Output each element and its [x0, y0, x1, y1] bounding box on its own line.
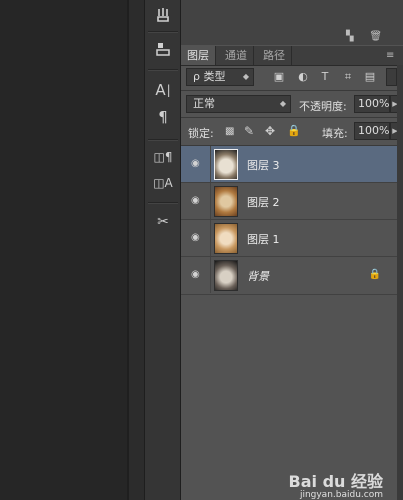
divider	[210, 183, 211, 219]
divider	[210, 257, 211, 293]
blend-mode-select[interactable]: 正常 ◆	[186, 95, 291, 113]
lock-icon: 🔒	[368, 269, 381, 280]
filter-toggle[interactable]	[386, 68, 397, 86]
layer-row[interactable]: ◉ 图层 3	[181, 146, 403, 183]
lock-image-icon[interactable]: ✎	[244, 124, 254, 138]
divider	[210, 220, 211, 256]
brush-presets-icon[interactable]	[149, 4, 177, 26]
separator	[148, 69, 178, 71]
tool-presets-icon[interactable]: ✂	[149, 211, 177, 233]
lock-position-icon[interactable]: ✥	[265, 124, 275, 138]
new-layer-icon[interactable]: ▝▖	[342, 31, 357, 45]
filter-shape-icon[interactable]: ⌗	[342, 71, 354, 83]
chevron-down-icon: ◆	[279, 99, 286, 108]
panel-scrollbar[interactable]	[397, 65, 403, 500]
filter-adjustment-icon[interactable]: ◐	[297, 71, 309, 83]
separator	[148, 202, 178, 204]
separator	[148, 139, 178, 141]
visibility-eye-icon[interactable]: ◉	[191, 233, 203, 243]
separator	[148, 31, 178, 33]
filter-type-label: ρ 类型	[193, 70, 226, 83]
tab-paths[interactable]: 路径	[257, 46, 292, 65]
divider	[181, 90, 403, 91]
layer-thumbnail	[214, 260, 238, 291]
clone-source-icon[interactable]	[149, 38, 177, 60]
filter-smart-object-icon[interactable]: ▤	[364, 71, 376, 83]
panel-tabbar: 图层 通道 路径 ≡	[181, 46, 403, 66]
lock-transparent-icon[interactable]: ▩	[225, 126, 234, 137]
filter-type-select[interactable]: ρ 类型 ◆	[186, 68, 254, 86]
lock-all-icon[interactable]: 🔒	[287, 124, 301, 137]
layer-row[interactable]: ◉ 图层 2	[181, 183, 403, 220]
layer-name[interactable]: 图层 1	[247, 231, 280, 247]
chevron-down-icon: ◆	[242, 72, 249, 81]
visibility-eye-icon[interactable]: ◉	[191, 159, 203, 169]
layer-thumbnail	[214, 149, 238, 180]
paragraph-icon[interactable]: ¶	[149, 106, 177, 128]
para-style-icon[interactable]: ◫A	[149, 172, 177, 194]
panel-menu-icon[interactable]: ≡	[386, 50, 394, 61]
tab-layers[interactable]: 图层	[181, 46, 216, 65]
divider	[210, 146, 211, 182]
layer-thumbnail	[214, 223, 238, 254]
opacity-input[interactable]: 100%	[354, 95, 390, 113]
filter-pixel-icon[interactable]: ▣	[273, 71, 285, 83]
trash-icon[interactable]: 🗑	[369, 31, 382, 45]
panel-icon-strip: A | ¶ ◫¶ ◫A ✂	[144, 0, 181, 500]
visibility-eye-icon[interactable]: ◉	[191, 196, 203, 206]
tab-channels[interactable]: 通道	[219, 46, 254, 65]
lock-label: 锁定:	[188, 127, 214, 140]
fill-input[interactable]: 100%	[354, 122, 390, 140]
layer-name[interactable]: 图层 2	[247, 194, 280, 210]
fill-label: 填充:	[322, 127, 348, 140]
char-style-icon[interactable]: ◫¶	[149, 146, 177, 168]
watermark-logo: Bai du 经验	[288, 472, 383, 491]
divider	[181, 117, 403, 118]
canvas-area	[0, 0, 127, 500]
visibility-eye-icon[interactable]: ◉	[191, 270, 203, 280]
layer-row[interactable]: ◉ 图层 1	[181, 220, 403, 257]
character-icon[interactable]: A |	[149, 79, 177, 101]
layer-name[interactable]: 图层 3	[247, 157, 280, 173]
filter-type-icon[interactable]: T	[319, 71, 331, 83]
opacity-label: 不透明度:	[299, 100, 347, 113]
dock-gap	[129, 0, 144, 500]
layer-name[interactable]: 背景	[247, 268, 269, 284]
panel-top-icons: ▝▖ 🗑	[342, 31, 392, 45]
watermark-url: jingyan.baidu.com	[299, 490, 383, 500]
layer-row[interactable]: ◉ 背景 🔒	[181, 257, 403, 295]
blend-mode-value: 正常	[193, 97, 215, 110]
layer-thumbnail	[214, 186, 238, 217]
